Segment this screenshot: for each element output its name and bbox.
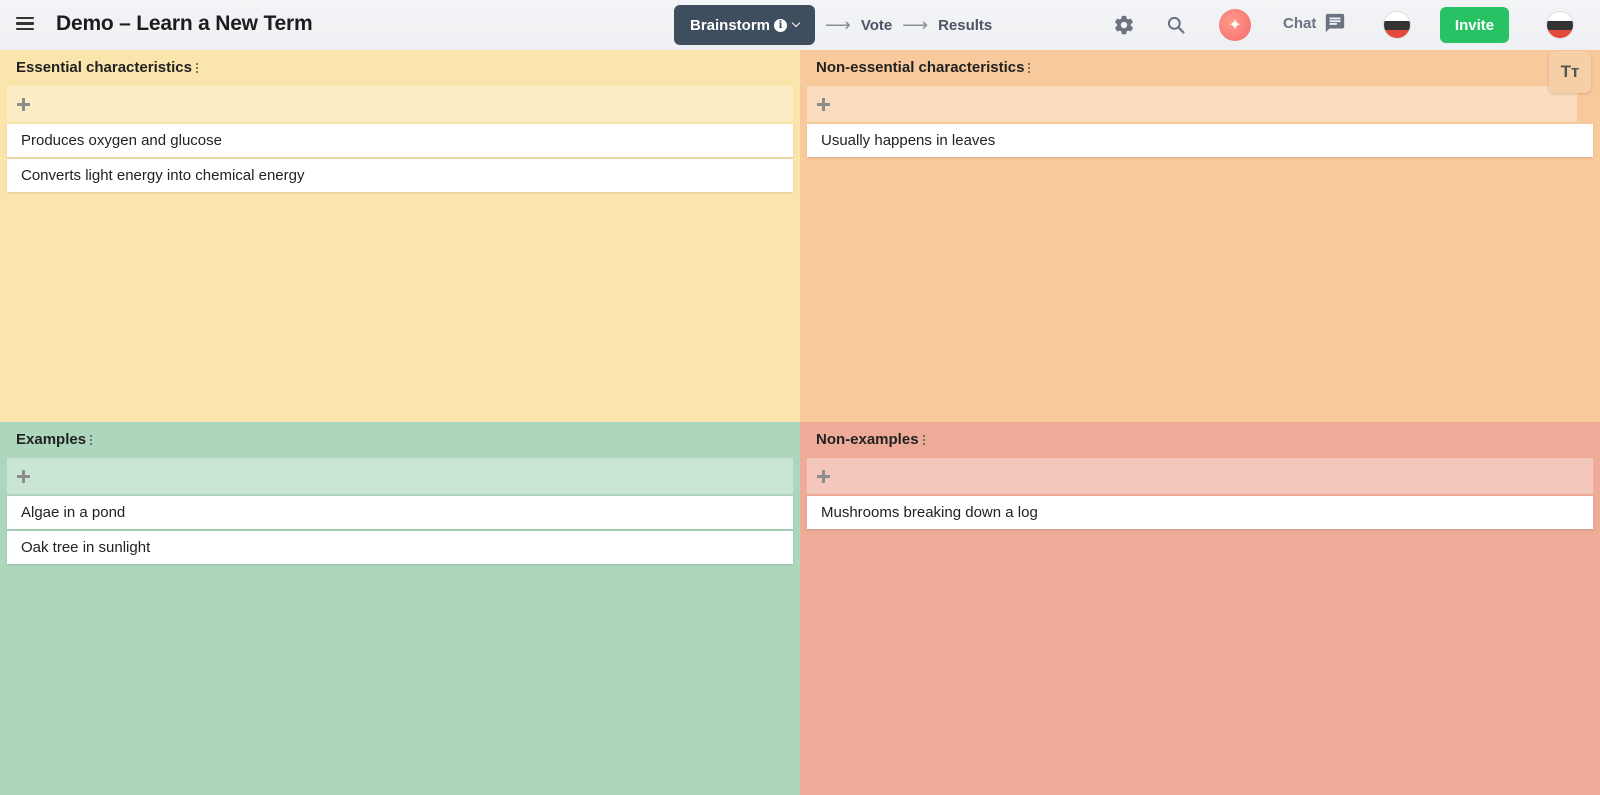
quadrant-title-text: Non-essential characteristics bbox=[816, 59, 1025, 76]
idea-card[interactable]: Oak tree in sunlight bbox=[7, 531, 793, 564]
idea-card[interactable]: Produces oxygen and glucose bbox=[7, 124, 793, 157]
stage-brainstorm-label: Brainstorm bbox=[690, 16, 771, 34]
quadrant-non-examples: Non-examples Mushrooms breaking down a l… bbox=[800, 422, 1600, 795]
arrow-right-icon: ⟶ bbox=[825, 14, 851, 35]
idea-card[interactable]: Algae in a pond bbox=[7, 496, 793, 529]
quadrant-title: Non-essential characteristics bbox=[816, 59, 1031, 76]
quadrant-title: Examples bbox=[16, 431, 93, 448]
kebab-menu-icon[interactable] bbox=[195, 62, 198, 73]
gear-icon[interactable] bbox=[1110, 11, 1138, 39]
plus-icon bbox=[817, 97, 830, 111]
card-list: Usually happens in leaves bbox=[807, 124, 1593, 159]
card-list: Produces oxygen and glucose Converts lig… bbox=[7, 124, 793, 194]
quadrant-title-text: Non-examples bbox=[816, 431, 919, 448]
board-title: Demo – Learn a New Term bbox=[56, 12, 313, 35]
add-card-button[interactable] bbox=[807, 458, 1593, 494]
idea-card[interactable]: Mushrooms breaking down a log bbox=[807, 496, 1593, 529]
chat-label: Chat bbox=[1283, 14, 1317, 32]
plus-icon bbox=[17, 97, 30, 111]
info-icon[interactable]: i bbox=[774, 18, 788, 32]
add-card-button[interactable] bbox=[7, 86, 793, 122]
chat-button[interactable]: Chat bbox=[1283, 12, 1346, 34]
quadrant-title: Non-examples bbox=[816, 431, 925, 448]
kebab-menu-icon[interactable] bbox=[90, 434, 93, 445]
quadrant-essential-characteristics: Essential characteristics Produces oxyge… bbox=[0, 50, 800, 423]
chevron-down-icon[interactable] bbox=[791, 18, 801, 28]
plus-icon bbox=[17, 469, 30, 483]
avatar[interactable] bbox=[1546, 11, 1574, 39]
invite-button[interactable]: Invite bbox=[1440, 7, 1509, 43]
kebab-menu-icon[interactable] bbox=[922, 434, 925, 445]
quadrant-title-text: Examples bbox=[16, 431, 87, 448]
search-icon[interactable] bbox=[1162, 11, 1190, 39]
card-list: Algae in a pond Oak tree in sunlight bbox=[7, 496, 793, 566]
stage-results[interactable]: Results bbox=[938, 17, 992, 34]
quadrant-title-text: Essential characteristics bbox=[16, 59, 192, 76]
add-card-button[interactable] bbox=[7, 458, 793, 494]
stage-brainstorm[interactable]: Brainstorm i bbox=[674, 5, 816, 45]
plus-icon bbox=[817, 469, 830, 483]
quadrant-title: Essential characteristics bbox=[16, 59, 198, 76]
add-card-button[interactable] bbox=[807, 86, 1577, 122]
chat-bubble-icon bbox=[1326, 13, 1345, 33]
top-bar: Demo – Learn a New Term Brainstorm i ⟶ V… bbox=[0, 0, 1600, 50]
quadrant-non-essential-characteristics: Non-essential characteristics Usually ha… bbox=[800, 50, 1600, 423]
text-size-icon[interactable]: Tт bbox=[1549, 51, 1591, 93]
quadrant-examples: Examples Algae in a pond Oak tree in sun… bbox=[0, 422, 800, 795]
menu-icon[interactable] bbox=[14, 14, 36, 36]
arrow-right-icon: ⟶ bbox=[902, 14, 929, 35]
idea-card[interactable]: Converts light energy into chemical ener… bbox=[7, 159, 793, 192]
avatar[interactable] bbox=[1383, 11, 1411, 39]
idea-card[interactable]: Usually happens in leaves bbox=[807, 124, 1593, 157]
stage-vote[interactable]: Vote bbox=[861, 17, 892, 34]
stage-stepper: Brainstorm i ⟶ Vote ⟶ Results bbox=[674, 5, 992, 45]
card-list: Mushrooms breaking down a log bbox=[807, 496, 1593, 531]
sparkle-icon[interactable]: ✦ bbox=[1219, 9, 1251, 41]
kebab-menu-icon[interactable] bbox=[1028, 62, 1031, 73]
